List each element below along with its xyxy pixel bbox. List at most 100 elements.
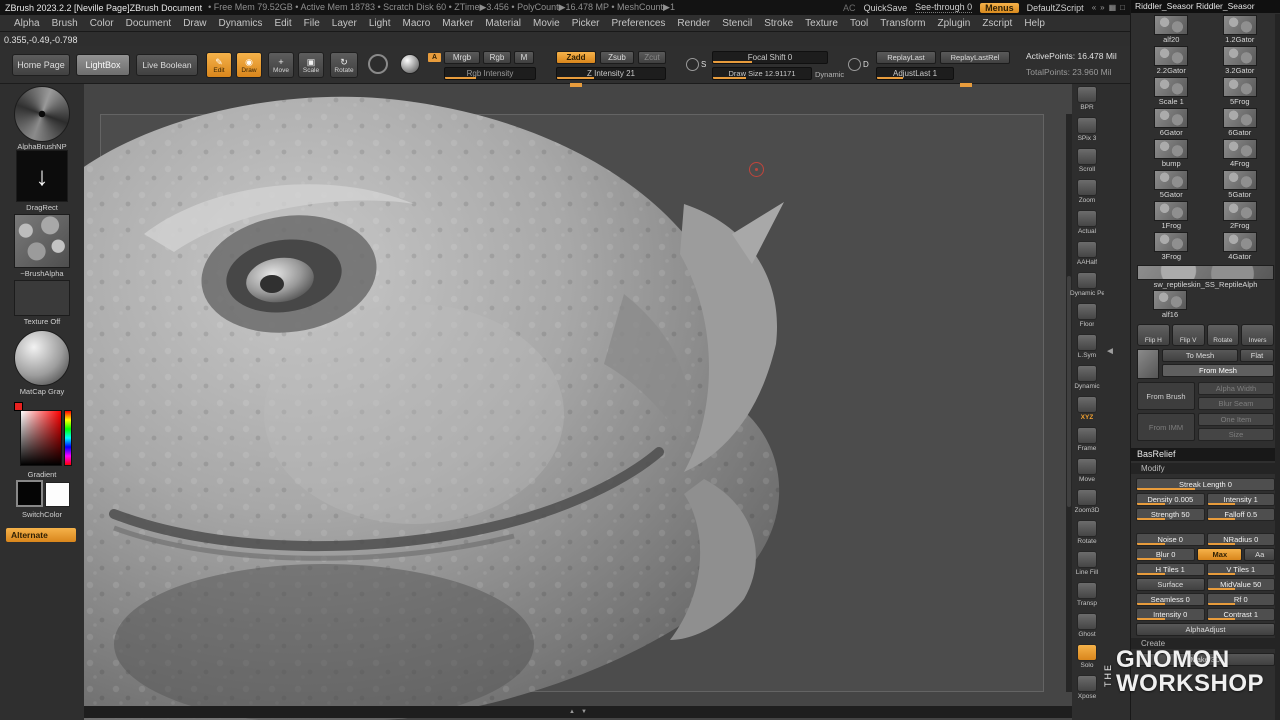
m-button[interactable]: M	[514, 51, 534, 64]
right-shelf-button[interactable]: Transp	[1073, 582, 1101, 613]
right-shelf-button[interactable]: Line Fill	[1073, 551, 1101, 582]
from-imm-button[interactable]: From IMM	[1137, 413, 1195, 441]
menu-item[interactable]: Document	[120, 18, 178, 29]
blur-seam-slider[interactable]: Blur Seam	[1198, 397, 1274, 410]
adjust-last-slider[interactable]: AdjustLast 1	[876, 67, 954, 80]
midvalue-slider[interactable]: MidValue 50	[1207, 578, 1276, 591]
menu-item[interactable]: Stroke	[758, 18, 799, 29]
see-through-slider[interactable]: See-through 0	[915, 2, 972, 13]
hue-strip[interactable]	[64, 410, 72, 466]
seamless-slider[interactable]: Seamless 0	[1136, 593, 1205, 606]
alpha-transform-button[interactable]: Flip V	[1172, 324, 1205, 346]
scroll-down-arrow-icon[interactable]: ▼	[581, 709, 587, 715]
scale-button[interactable]: ▣ Scale	[298, 52, 324, 78]
mrgb-button[interactable]: Mrgb	[444, 51, 480, 64]
alpha-thumbnail[interactable]: alf16	[1137, 290, 1203, 321]
menu-item[interactable]: Movie	[527, 18, 566, 29]
right-shelf-button[interactable]: Solo	[1073, 644, 1101, 675]
from-brush-button[interactable]: From Brush	[1137, 382, 1195, 410]
alpha-thumbnail[interactable]: 2.2Gator	[1137, 46, 1206, 77]
titlebar-window-icon[interactable]: «	[1092, 3, 1096, 12]
menu-item[interactable]: Macro	[397, 18, 437, 29]
matcap-material-thumbnail[interactable]	[14, 330, 70, 386]
alpha-adjust-button[interactable]: AlphaAdjust	[1136, 623, 1275, 636]
default-zscript-button[interactable]: DefaultZScript	[1027, 3, 1084, 13]
menu-item[interactable]: Draw	[177, 18, 212, 29]
falloff-slider[interactable]: Falloff 0.5	[1207, 508, 1276, 521]
right-shelf-button[interactable]: Ghost	[1073, 613, 1101, 644]
zadd-button[interactable]: Zadd	[556, 51, 596, 64]
density-slider[interactable]: Density 0.005	[1136, 493, 1205, 506]
make-3d-button[interactable]: Make 3D	[1136, 653, 1275, 666]
right-shelf-button[interactable]: Scroll	[1073, 148, 1101, 179]
menu-item[interactable]: Color	[84, 18, 120, 29]
panel-collapse-arrow-icon[interactable]: ◄	[1105, 346, 1115, 357]
alpha-thumbnail[interactable]: 6Gator	[1137, 108, 1206, 139]
titlebar-window-icon[interactable]: »	[1100, 3, 1104, 12]
menu-item[interactable]: Picker	[566, 18, 606, 29]
right-shelf-button[interactable]: Zoom	[1073, 179, 1101, 210]
brush-alpha-texture-thumbnail[interactable]	[14, 214, 70, 268]
edit-button[interactable]: ✎ Edit	[206, 52, 232, 78]
menu-item[interactable]: Light	[363, 18, 397, 29]
live-boolean-button[interactable]: Live Boolean	[136, 54, 198, 76]
alpha-thumbnail[interactable]: Scale 1	[1137, 77, 1206, 108]
z-intensity-slider[interactable]: Z Intensity 21	[556, 67, 666, 80]
menu-item[interactable]: Dynamics	[213, 18, 269, 29]
create-subsection-header[interactable]: Create	[1131, 638, 1280, 649]
menu-item[interactable]: Texture	[799, 18, 844, 29]
size-slider[interactable]: Size	[1198, 428, 1274, 441]
alpha-thumbnail[interactable]: 4Gator	[1206, 232, 1275, 263]
alpha-thumbnail[interactable]: 3.2Gator	[1206, 46, 1275, 77]
strength-slider[interactable]: Strength 50	[1136, 508, 1205, 521]
color-picker[interactable]	[14, 402, 72, 468]
menu-item[interactable]: Marker	[436, 18, 479, 29]
zcut-button[interactable]: Zcut	[638, 51, 666, 64]
one-item-toggle[interactable]: One Item	[1198, 413, 1274, 426]
noise-slider[interactable]: Noise 0	[1136, 533, 1205, 546]
rgb-button[interactable]: Rgb	[483, 51, 511, 64]
alpha-thumbnail[interactable]: 6Gator	[1206, 108, 1275, 139]
menu-item[interactable]: Transform	[874, 18, 931, 29]
move-button[interactable]: + Move	[268, 52, 294, 78]
right-shelf-button[interactable]: Rotate	[1073, 520, 1101, 551]
alpha-thumbnail[interactable]: 5Gator	[1137, 170, 1206, 201]
lightbox-button[interactable]: LightBox	[76, 54, 130, 76]
alpha-thumbnail[interactable]: 1.2Gator	[1206, 15, 1275, 46]
menu-item[interactable]: Help	[1018, 18, 1051, 29]
tool-panel-scrollbar[interactable]	[1275, 14, 1280, 720]
menu-item[interactable]: Alpha	[8, 18, 46, 29]
right-shelf-button[interactable]: Dynamic	[1073, 365, 1101, 396]
max-button[interactable]: Max	[1197, 548, 1242, 561]
alpha-thumbnail[interactable]: 1Frog	[1137, 201, 1206, 232]
menu-item[interactable]: Tool	[844, 18, 874, 29]
quicksave-button[interactable]: QuickSave	[864, 3, 908, 13]
draw-button[interactable]: ◉ Draw	[236, 52, 262, 78]
streak-length-slider[interactable]: Streak Length 0	[1136, 478, 1275, 491]
right-shelf-button[interactable]: Actual	[1073, 210, 1101, 241]
contrast-slider[interactable]: Contrast 1	[1207, 608, 1276, 621]
menu-item[interactable]: Zscript	[976, 18, 1018, 29]
surface-button[interactable]: Surface	[1136, 578, 1205, 591]
right-shelf-button[interactable]: Move	[1073, 458, 1101, 489]
menu-item[interactable]: Material	[479, 18, 527, 29]
right-shelf-button[interactable]: Xpose	[1073, 675, 1101, 706]
alternate-button[interactable]: Alternate	[6, 528, 76, 542]
alpha-transform-button[interactable]: Invers	[1241, 324, 1274, 346]
alpha-transform-button[interactable]: Rotate	[1207, 324, 1240, 346]
right-shelf-button[interactable]: XYZ	[1073, 396, 1101, 427]
titlebar-window-icon[interactable]: ▦	[1109, 3, 1117, 12]
alpha-thumbnail[interactable]: bump	[1137, 139, 1206, 170]
titlebar-window-icon[interactable]: □	[1120, 3, 1125, 12]
alpha-thumbnail[interactable]: 4Frog	[1206, 139, 1275, 170]
alpha-thumbnail-wide[interactable]: sw_reptileskin_SS_ReptileAlph	[1137, 265, 1274, 289]
rgb-intensity-slider[interactable]: Rgb Intensity	[444, 67, 536, 80]
right-shelf-button[interactable]: L.Sym	[1073, 334, 1101, 365]
menus-button[interactable]: Menus	[980, 3, 1019, 13]
alpha-thumbnail[interactable]: 5Frog	[1206, 77, 1275, 108]
menu-item[interactable]: Zplugin	[932, 18, 977, 29]
basrelief-section-header[interactable]: BasRelief	[1131, 448, 1280, 461]
right-shelf-button[interactable]: Dynamic Persp	[1073, 272, 1101, 303]
dynamic-d-toggle[interactable]: D	[848, 58, 869, 71]
draw-size-slider[interactable]: Draw Size 12.91171	[712, 67, 812, 80]
